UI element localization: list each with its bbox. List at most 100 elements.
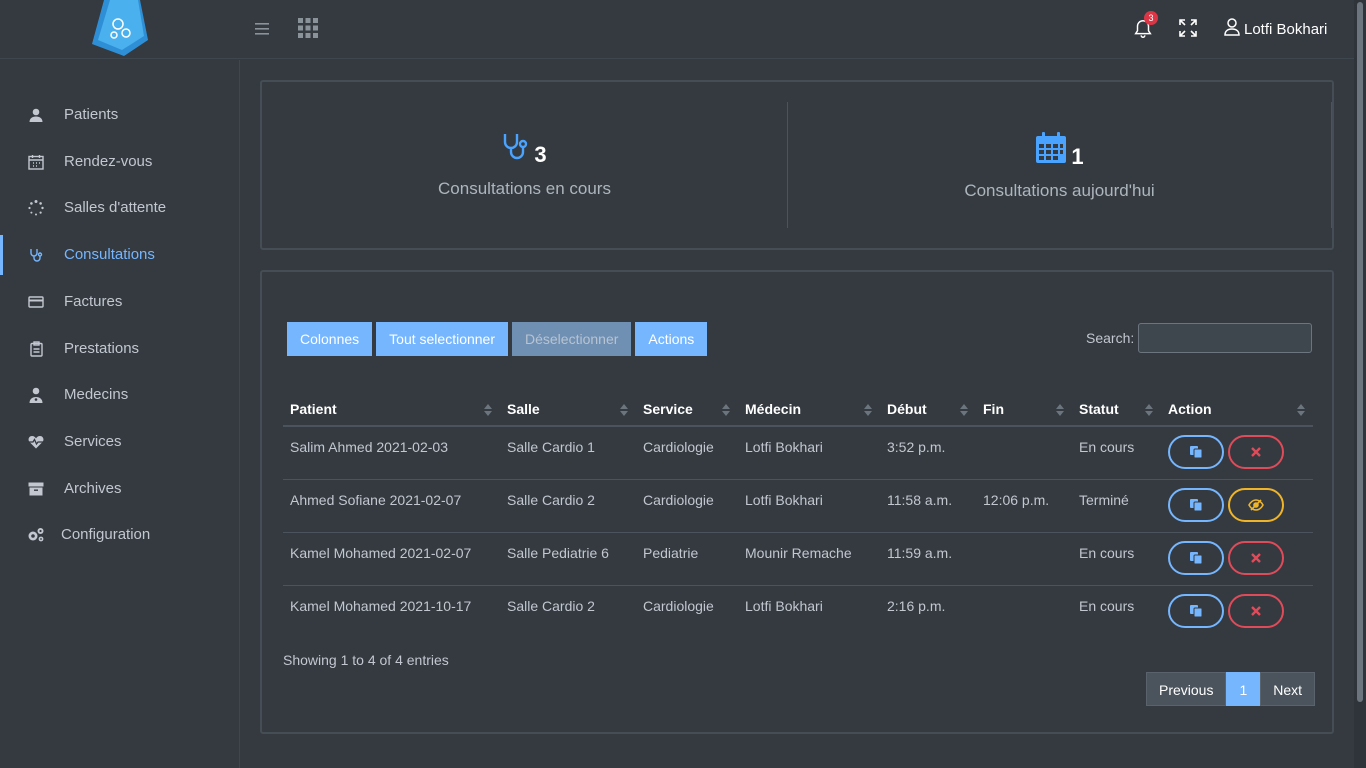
cell-patient: Salim Ahmed 2021-02-03: [283, 426, 500, 480]
column-header-fin[interactable]: Fin: [976, 392, 1072, 427]
notification-count-badge: 3: [1144, 11, 1158, 25]
fullscreen-icon[interactable]: [1178, 18, 1198, 38]
close-icon: [1251, 605, 1261, 616]
top-navbar: 3 Lotfi Bokhari: [0, 0, 1354, 59]
stat-consultations-aujourdhui: 1 Consultations aujourd'hui: [788, 102, 1332, 228]
stat-caption: Consultations en cours: [438, 179, 611, 198]
sidebar: Patients Rendez-vous Salles d'attente Co…: [0, 60, 240, 768]
select-all-button[interactable]: Tout selectionner: [376, 322, 508, 356]
doctor-icon: [26, 385, 46, 405]
spinner-icon: [26, 198, 46, 218]
cell-service: Cardiologie: [636, 479, 738, 533]
sidebar-item-label: Patients: [64, 106, 119, 123]
sidebar-item-label: Services: [64, 433, 122, 450]
credit-card-icon: [26, 292, 46, 312]
sidebar-item-configuration[interactable]: Configuration: [0, 513, 239, 557]
columns-button[interactable]: Colonnes: [287, 322, 373, 356]
sidebar-item-archives[interactable]: Archives: [0, 467, 239, 511]
sidebar-item-prestations[interactable]: Prestations: [0, 327, 239, 371]
stat-value: 1: [1071, 144, 1084, 169]
user-name: Lotfi Bokhari: [1244, 20, 1328, 38]
copy-button[interactable]: [1168, 540, 1224, 575]
stethoscope-icon: [502, 132, 530, 167]
user-menu[interactable]: Lotfi Bokhari: [1224, 18, 1327, 40]
sidebar-item-label: Consultations: [64, 246, 155, 263]
sort-icon: [864, 404, 872, 416]
sidebar-item-label: Prestations: [64, 340, 140, 357]
close-consultation-button[interactable]: [1228, 435, 1284, 469]
table-row[interactable]: Ahmed Sofiane 2021-02-07 Salle Cardio 2 …: [283, 479, 1313, 533]
scrollbar-thumb[interactable]: [1357, 2, 1363, 702]
cell-fin: [976, 532, 1072, 586]
cell-fin: [976, 585, 1072, 638]
sidebar-item-medecins[interactable]: Medecins: [0, 373, 239, 417]
clipboard-icon: [26, 339, 46, 359]
column-header-service[interactable]: Service: [636, 392, 738, 427]
page-1-button[interactable]: 1: [1226, 672, 1261, 706]
cell-debut: 3:52 p.m.: [880, 426, 976, 480]
cell-statut: En cours: [1072, 532, 1161, 586]
hide-consultation-button[interactable]: [1228, 487, 1284, 522]
notifications-bell-icon[interactable]: 3: [1130, 11, 1158, 42]
cell-fin: [976, 426, 1072, 480]
page-scrollbar[interactable]: [1354, 0, 1366, 768]
cell-salle: Salle Cardio 2: [507, 597, 595, 614]
app-logo[interactable]: [90, 0, 150, 58]
stat-caption: Consultations aujourd'hui: [964, 181, 1155, 200]
close-icon: [1251, 447, 1261, 457]
search-input[interactable]: [1138, 323, 1312, 353]
copy-button[interactable]: [1168, 593, 1224, 628]
cell-debut: 11:58 a.m.: [880, 479, 976, 533]
stat-consultations-en-cours: 3 Consultations en cours: [262, 102, 788, 228]
pagination: Previous 1 Next: [1146, 672, 1316, 706]
column-header-debut[interactable]: Début: [880, 392, 976, 427]
sort-icon: [960, 404, 968, 416]
sort-icon: [1145, 404, 1153, 416]
table-row[interactable]: Salim Ahmed 2021-02-03 Salle Cardio 1 Ca…: [283, 426, 1313, 480]
cell-patient: Kamel Mohamed 2021-02-07: [283, 532, 500, 586]
previous-page-button[interactable]: Previous: [1146, 672, 1227, 706]
copy-button[interactable]: [1168, 435, 1224, 469]
hamburger-menu-icon[interactable]: [252, 18, 272, 40]
deselect-button[interactable]: Déselectionner: [512, 322, 632, 356]
table-toolbar: Colonnes Tout selectionner Déselectionne…: [287, 322, 708, 356]
stat-value: 3: [534, 142, 547, 167]
column-header-patient[interactable]: Patient: [283, 392, 500, 427]
table-row[interactable]: Kamel Mohamed 2021-02-07 Salle Pediatrie…: [283, 532, 1313, 586]
next-page-button[interactable]: Next: [1260, 672, 1316, 706]
calendar-icon: [1035, 132, 1067, 169]
sidebar-item-rendez-vous[interactable]: Rendez-vous: [0, 140, 239, 184]
sidebar-item-factures[interactable]: Factures: [0, 280, 239, 324]
cell-salle: Salle Cardio 2: [500, 479, 636, 533]
sort-icon: [620, 404, 628, 416]
copy-button[interactable]: [1168, 487, 1224, 522]
column-header-salle[interactable]: Salle: [500, 392, 636, 427]
apps-grid-icon[interactable]: [296, 16, 320, 40]
user-icon: [1224, 18, 1240, 40]
cell-fin: 12:06 p.m.: [976, 479, 1072, 533]
sidebar-item-consultations[interactable]: Consultations: [0, 233, 239, 277]
sidebar-item-patients[interactable]: Patients: [0, 93, 239, 137]
stats-card: 3 Consultations en cours 1 Consultations…: [260, 80, 1334, 250]
sidebar-item-label: Configuration: [61, 526, 151, 543]
close-consultation-button[interactable]: [1228, 540, 1284, 575]
cell-service: Cardiologie: [636, 426, 738, 480]
actions-button[interactable]: Actions: [635, 322, 708, 356]
search-label: Search:: [1086, 330, 1135, 346]
cell-service: Pediatrie: [636, 532, 738, 586]
cell-action: [1161, 479, 1313, 533]
column-header-statut[interactable]: Statut: [1072, 392, 1161, 427]
copy-icon: [1190, 446, 1203, 459]
table-info: Showing 1 to 4 of 4 entries: [283, 652, 449, 668]
table-row[interactable]: Kamel Mohamed 2021-10-17 Salle Cardio 2 …: [283, 585, 1313, 638]
sidebar-item-services[interactable]: Services: [0, 420, 239, 464]
column-header-action[interactable]: Action: [1161, 392, 1313, 427]
close-consultation-button[interactable]: [1228, 593, 1284, 628]
copy-icon: [1190, 604, 1203, 617]
cell-statut: En cours: [1072, 426, 1161, 480]
cell-patient: Kamel Mohamed 2021-10-17: [290, 597, 472, 614]
cell-statut: En cours: [1079, 597, 1135, 614]
sidebar-item-salles-attente[interactable]: Salles d'attente: [0, 186, 239, 230]
column-header-medecin[interactable]: Médecin: [738, 392, 880, 427]
sort-icon: [1056, 404, 1064, 416]
